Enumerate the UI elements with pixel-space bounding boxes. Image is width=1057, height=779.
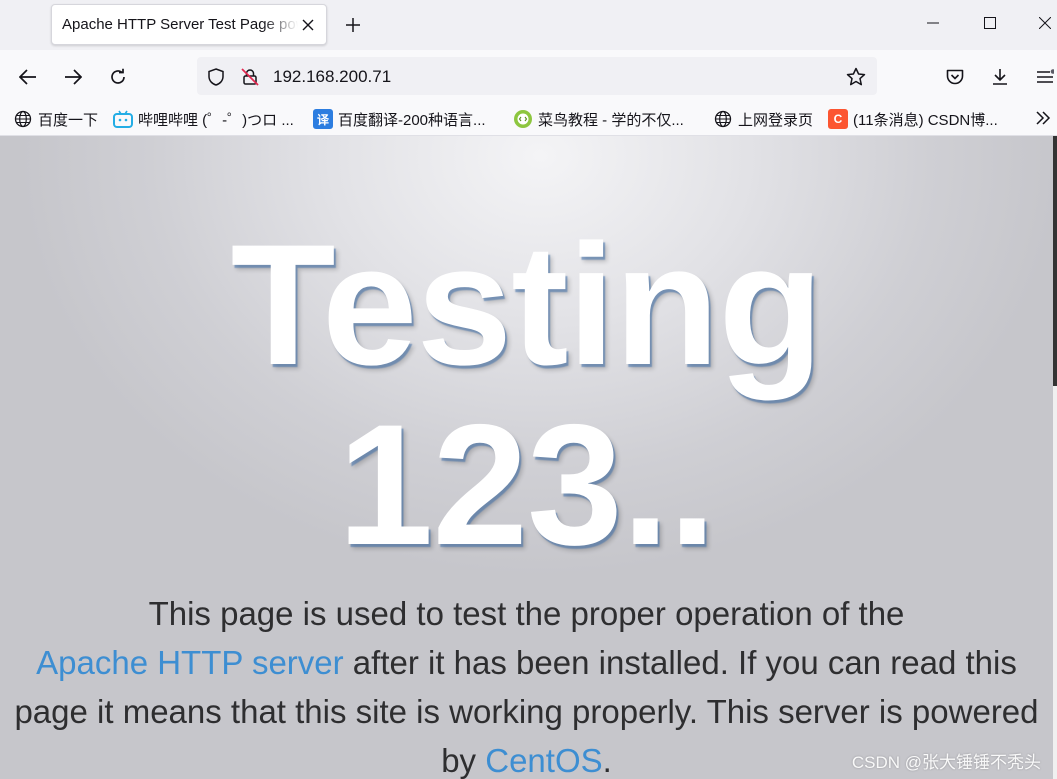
bookmark-baidu-translate[interactable]: 译 百度翻译-200种语言... xyxy=(313,108,486,130)
page-content: Testing 123.. This page is used to test … xyxy=(0,136,1057,779)
forward-button[interactable] xyxy=(58,62,88,92)
downloads-button[interactable] xyxy=(985,62,1015,92)
globe-icon xyxy=(713,109,733,129)
csdn-icon: C xyxy=(828,109,848,129)
browser-tab[interactable]: Apache HTTP Server Test Page powered by … xyxy=(51,4,327,45)
apache-http-server-link[interactable]: Apache HTTP server xyxy=(36,644,344,681)
pocket-button[interactable] xyxy=(940,62,970,92)
bookmark-label: 上网登录页 xyxy=(738,111,814,129)
chevron-double-right-icon[interactable] xyxy=(1035,110,1051,131)
url-text[interactable]: 192.168.200.71 xyxy=(273,67,391,87)
bookmark-login-page[interactable]: 上网登录页 xyxy=(713,108,813,130)
bookmark-star-icon[interactable] xyxy=(845,66,867,88)
insecure-lock-icon[interactable] xyxy=(239,66,261,88)
runoob-icon xyxy=(513,109,533,129)
bilibili-icon xyxy=(113,109,133,129)
bookmark-csdn[interactable]: C (11条消息) CSDN博... xyxy=(828,108,998,130)
back-button[interactable] xyxy=(13,62,43,92)
scrollbar[interactable] xyxy=(1053,136,1057,779)
translate-icon: 译 xyxy=(313,109,333,129)
bookmark-label: 百度翻译-200种语言... xyxy=(338,111,486,129)
heading-testing: Testing xyxy=(230,209,824,401)
csdn-watermark: CSDN @张大锤锤不秃头 xyxy=(851,753,1041,772)
bookmark-label: 哔哩哔哩 (゜-゜)つロ ... xyxy=(138,111,294,129)
close-tab-icon[interactable] xyxy=(298,15,318,35)
address-bar[interactable]: 192.168.200.71 xyxy=(197,57,877,95)
heading-123: 123.. xyxy=(337,389,717,581)
bookmark-baidu[interactable]: 百度一下 xyxy=(13,108,98,130)
bookmark-label: 百度一下 xyxy=(38,111,99,129)
bookmarks-toolbar: 百度一下 哔哩哔哩 (゜-゜)つロ ... 译 百度翻译-200种语言... 菜… xyxy=(0,102,1057,136)
reload-button[interactable] xyxy=(103,62,133,92)
new-tab-button[interactable] xyxy=(340,12,366,38)
minimize-button[interactable] xyxy=(918,10,948,36)
tab-title: Apache HTTP Server Test Page powered by … xyxy=(62,16,298,33)
bookmark-label: 菜鸟教程 - 学的不仅... xyxy=(538,111,684,129)
bookmark-bilibili[interactable]: 哔哩哔哩 (゜-゜)つロ ... xyxy=(113,108,294,130)
app-menu-button[interactable] xyxy=(1030,62,1057,92)
para-text-3: . xyxy=(602,742,612,779)
para-text-1: This page is used to test the proper ope… xyxy=(148,595,905,632)
bookmark-label: (11条消息) CSDN博... xyxy=(853,111,998,129)
globe-icon xyxy=(13,109,33,129)
scrollbar-thumb[interactable] xyxy=(1053,136,1057,386)
tab-strip: Apache HTTP Server Test Page powered by … xyxy=(0,0,1057,50)
bookmark-runoob[interactable]: 菜鸟教程 - 学的不仅... xyxy=(513,108,684,130)
centos-link[interactable]: CentOS xyxy=(485,742,602,779)
maximize-button[interactable] xyxy=(975,10,1005,36)
navigation-toolbar: 192.168.200.71 xyxy=(0,50,1057,102)
shield-icon[interactable] xyxy=(205,66,227,88)
close-window-button[interactable] xyxy=(1030,10,1057,36)
